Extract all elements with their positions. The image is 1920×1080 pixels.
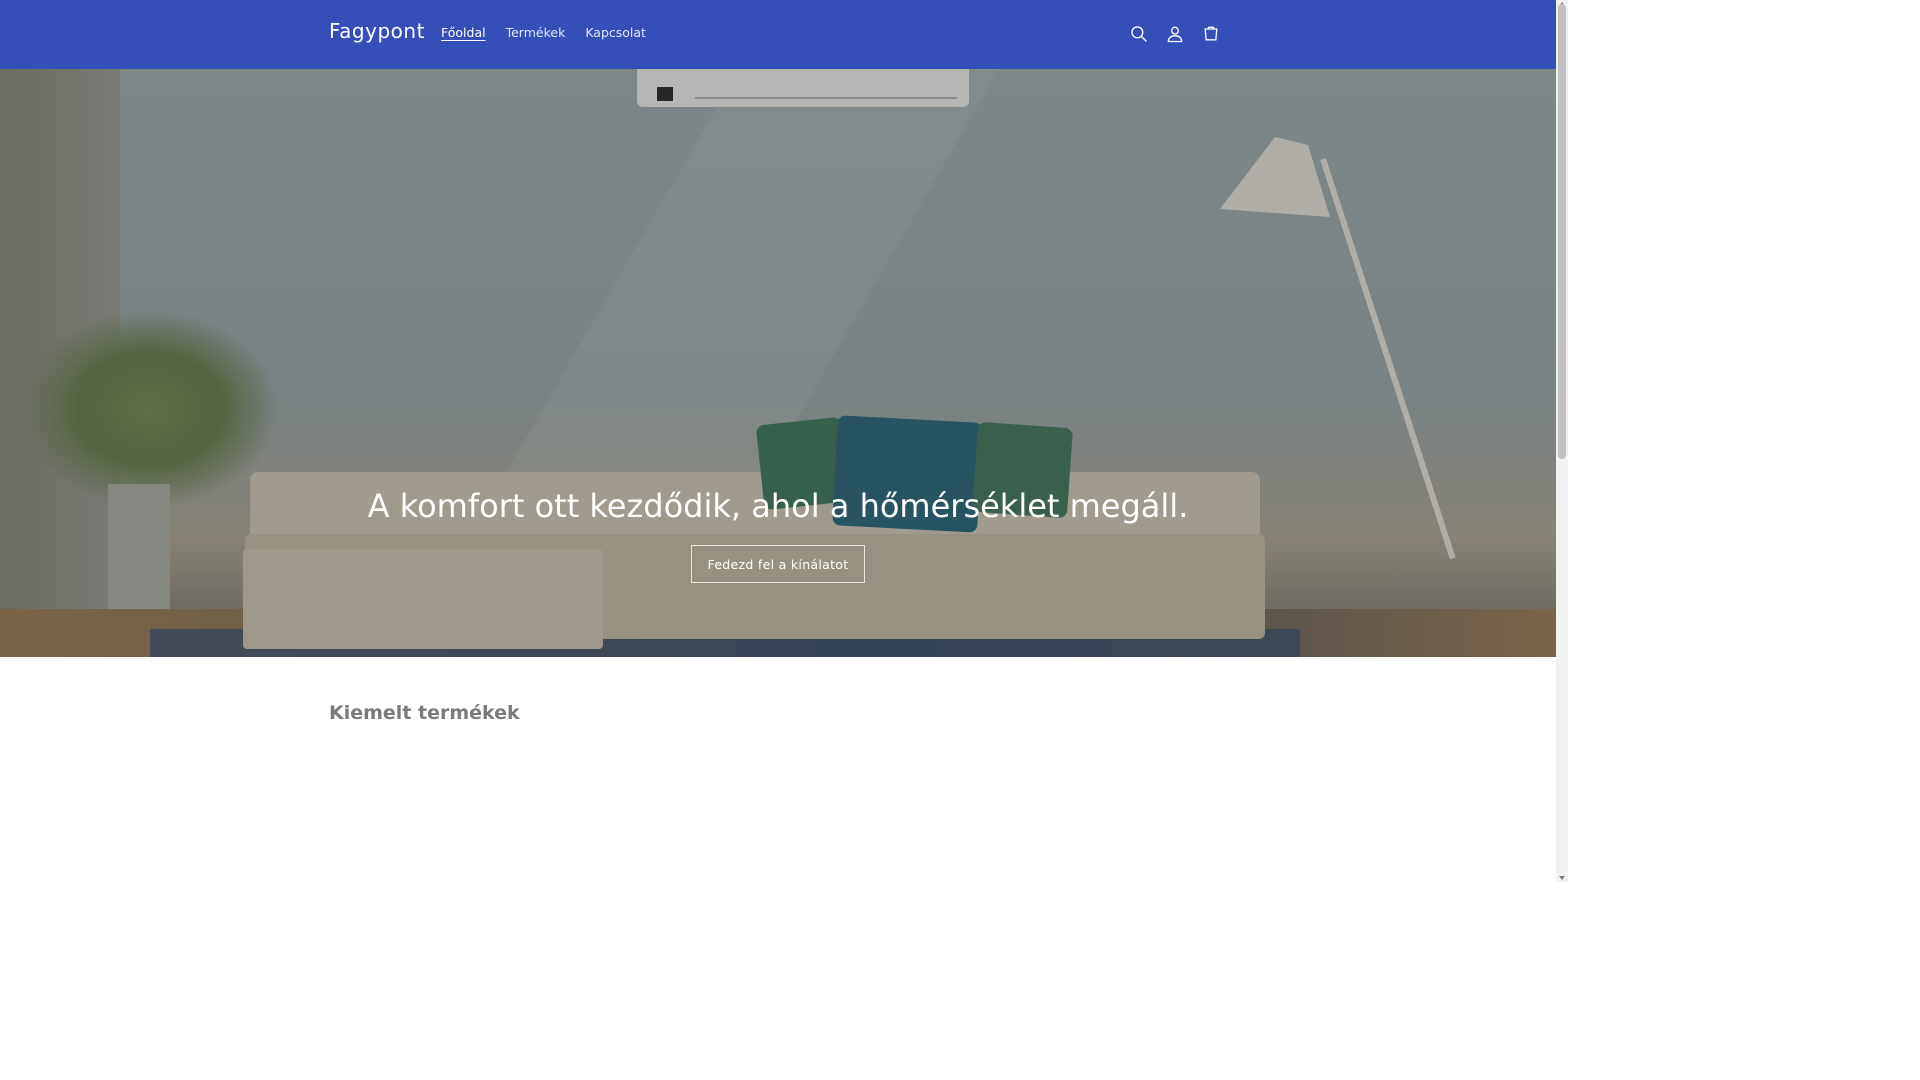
scroll-down-icon[interactable] [1559, 876, 1565, 880]
hero-title: A komfort ott kezdődik, ahol a hőmérsékl… [367, 487, 1189, 525]
nav-item-products[interactable]: Termékek [506, 25, 566, 40]
header-icons [1127, 22, 1223, 46]
scrollbar-thumb[interactable] [1558, 4, 1566, 459]
nav-item-contact[interactable]: Kapcsolat [585, 25, 646, 40]
explore-button[interactable]: Fedezd fel a kínálatot [691, 545, 865, 583]
nav-item-home[interactable]: Főoldal [441, 25, 486, 40]
main-nav: Főoldal Termékek Kapcsolat [441, 25, 666, 40]
cart-icon[interactable] [1199, 22, 1223, 46]
featured-products-title: Kiemelt termékek [329, 702, 520, 724]
site-header: Fagypont Főoldal Termékek Kapcsolat [0, 0, 1556, 69]
hero-banner: A komfort ott kezdődik, ahol a hőmérsékl… [0, 69, 1556, 657]
account-icon[interactable] [1163, 22, 1187, 46]
search-icon[interactable] [1127, 22, 1151, 46]
page-scrollbar[interactable] [1556, 0, 1568, 882]
brand-logo[interactable]: Fagypont [329, 19, 425, 43]
